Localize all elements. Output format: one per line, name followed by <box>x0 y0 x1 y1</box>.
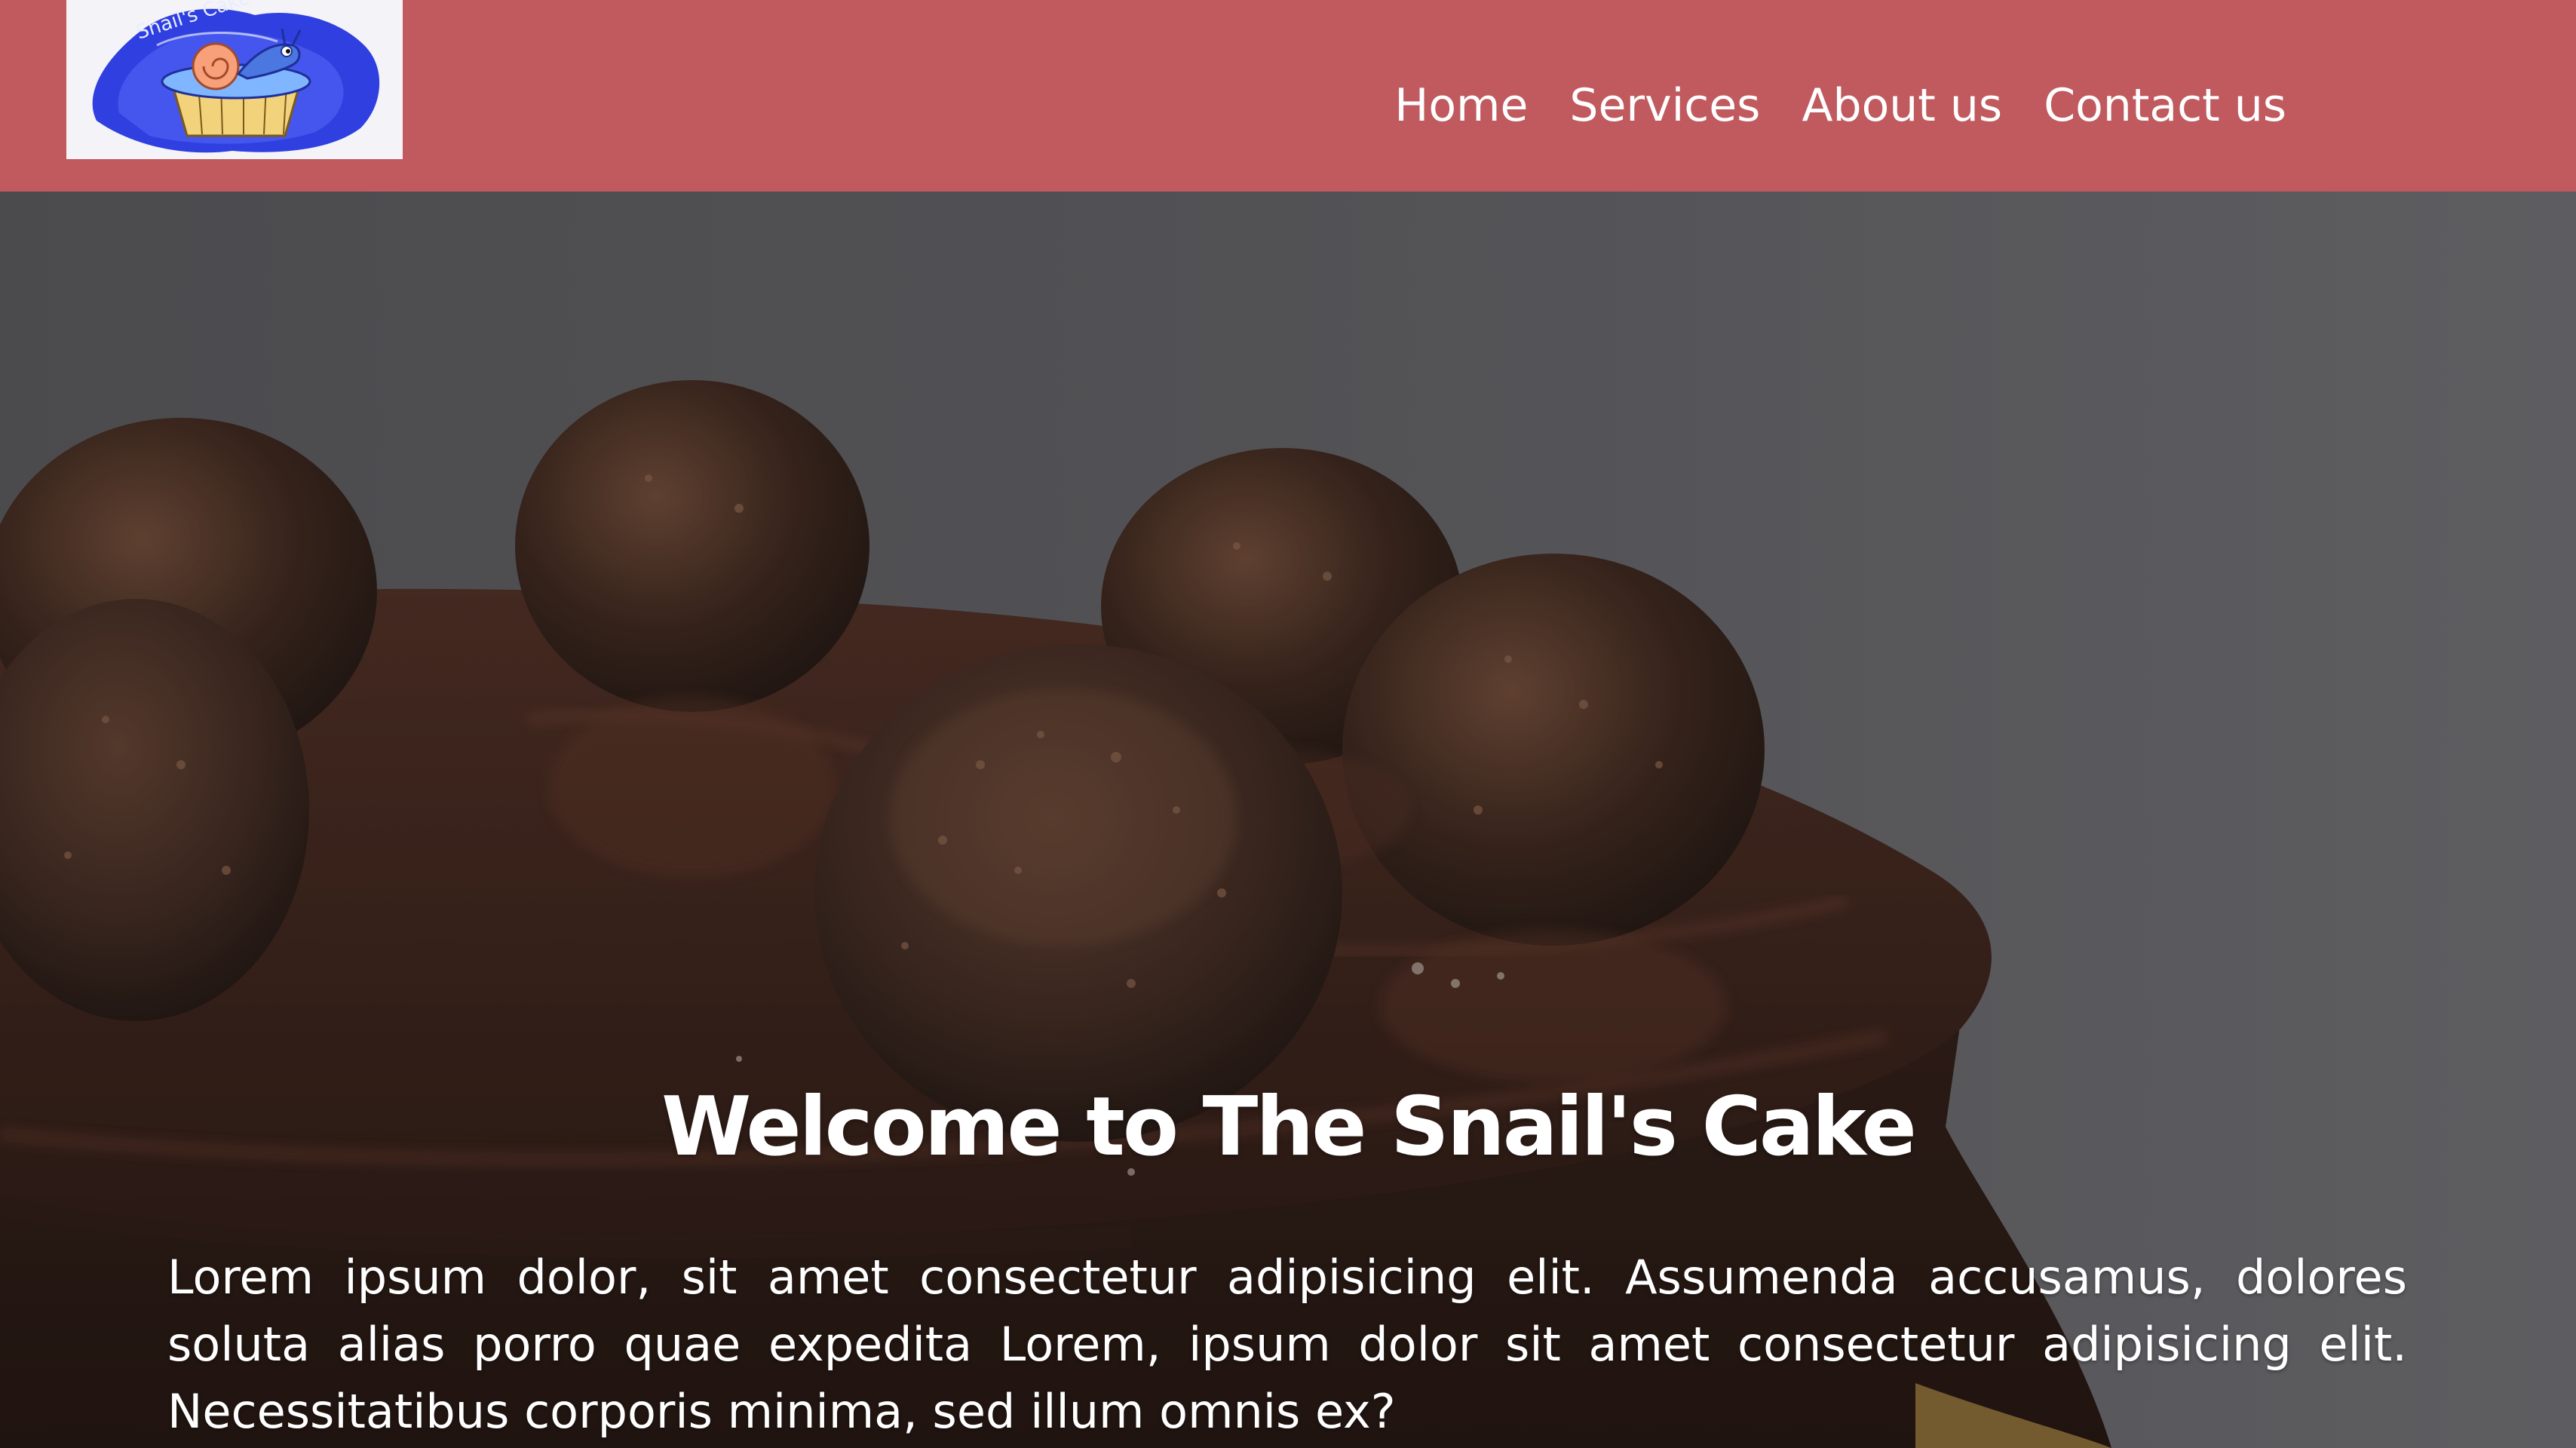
navbar: Snail's Cake Home Services About us Cont… <box>0 0 2576 192</box>
nav-link-contact[interactable]: Contact us <box>2044 72 2286 139</box>
nav-link-about[interactable]: About us <box>1802 72 2002 139</box>
snail-cake-logo-icon: Snail's Cake <box>92 0 380 153</box>
main-nav: Home Services About us Contact us <box>1353 72 2286 139</box>
hero-description: Lorem ipsum dolor, sit amet consectetur … <box>167 1250 2407 1439</box>
nav-link-home[interactable]: Home <box>1394 72 1528 139</box>
page: Snail's Cake Home Services About us Cont… <box>0 0 2576 1448</box>
site-logo[interactable]: Snail's Cake <box>66 0 403 159</box>
hero-section: Welcome to The Snail's Cake Lorem ipsum … <box>0 192 2576 1448</box>
nav-link-services[interactable]: Services <box>1569 72 1760 139</box>
hero-title: Welcome to The Snail's Cake <box>661 1080 1917 1174</box>
